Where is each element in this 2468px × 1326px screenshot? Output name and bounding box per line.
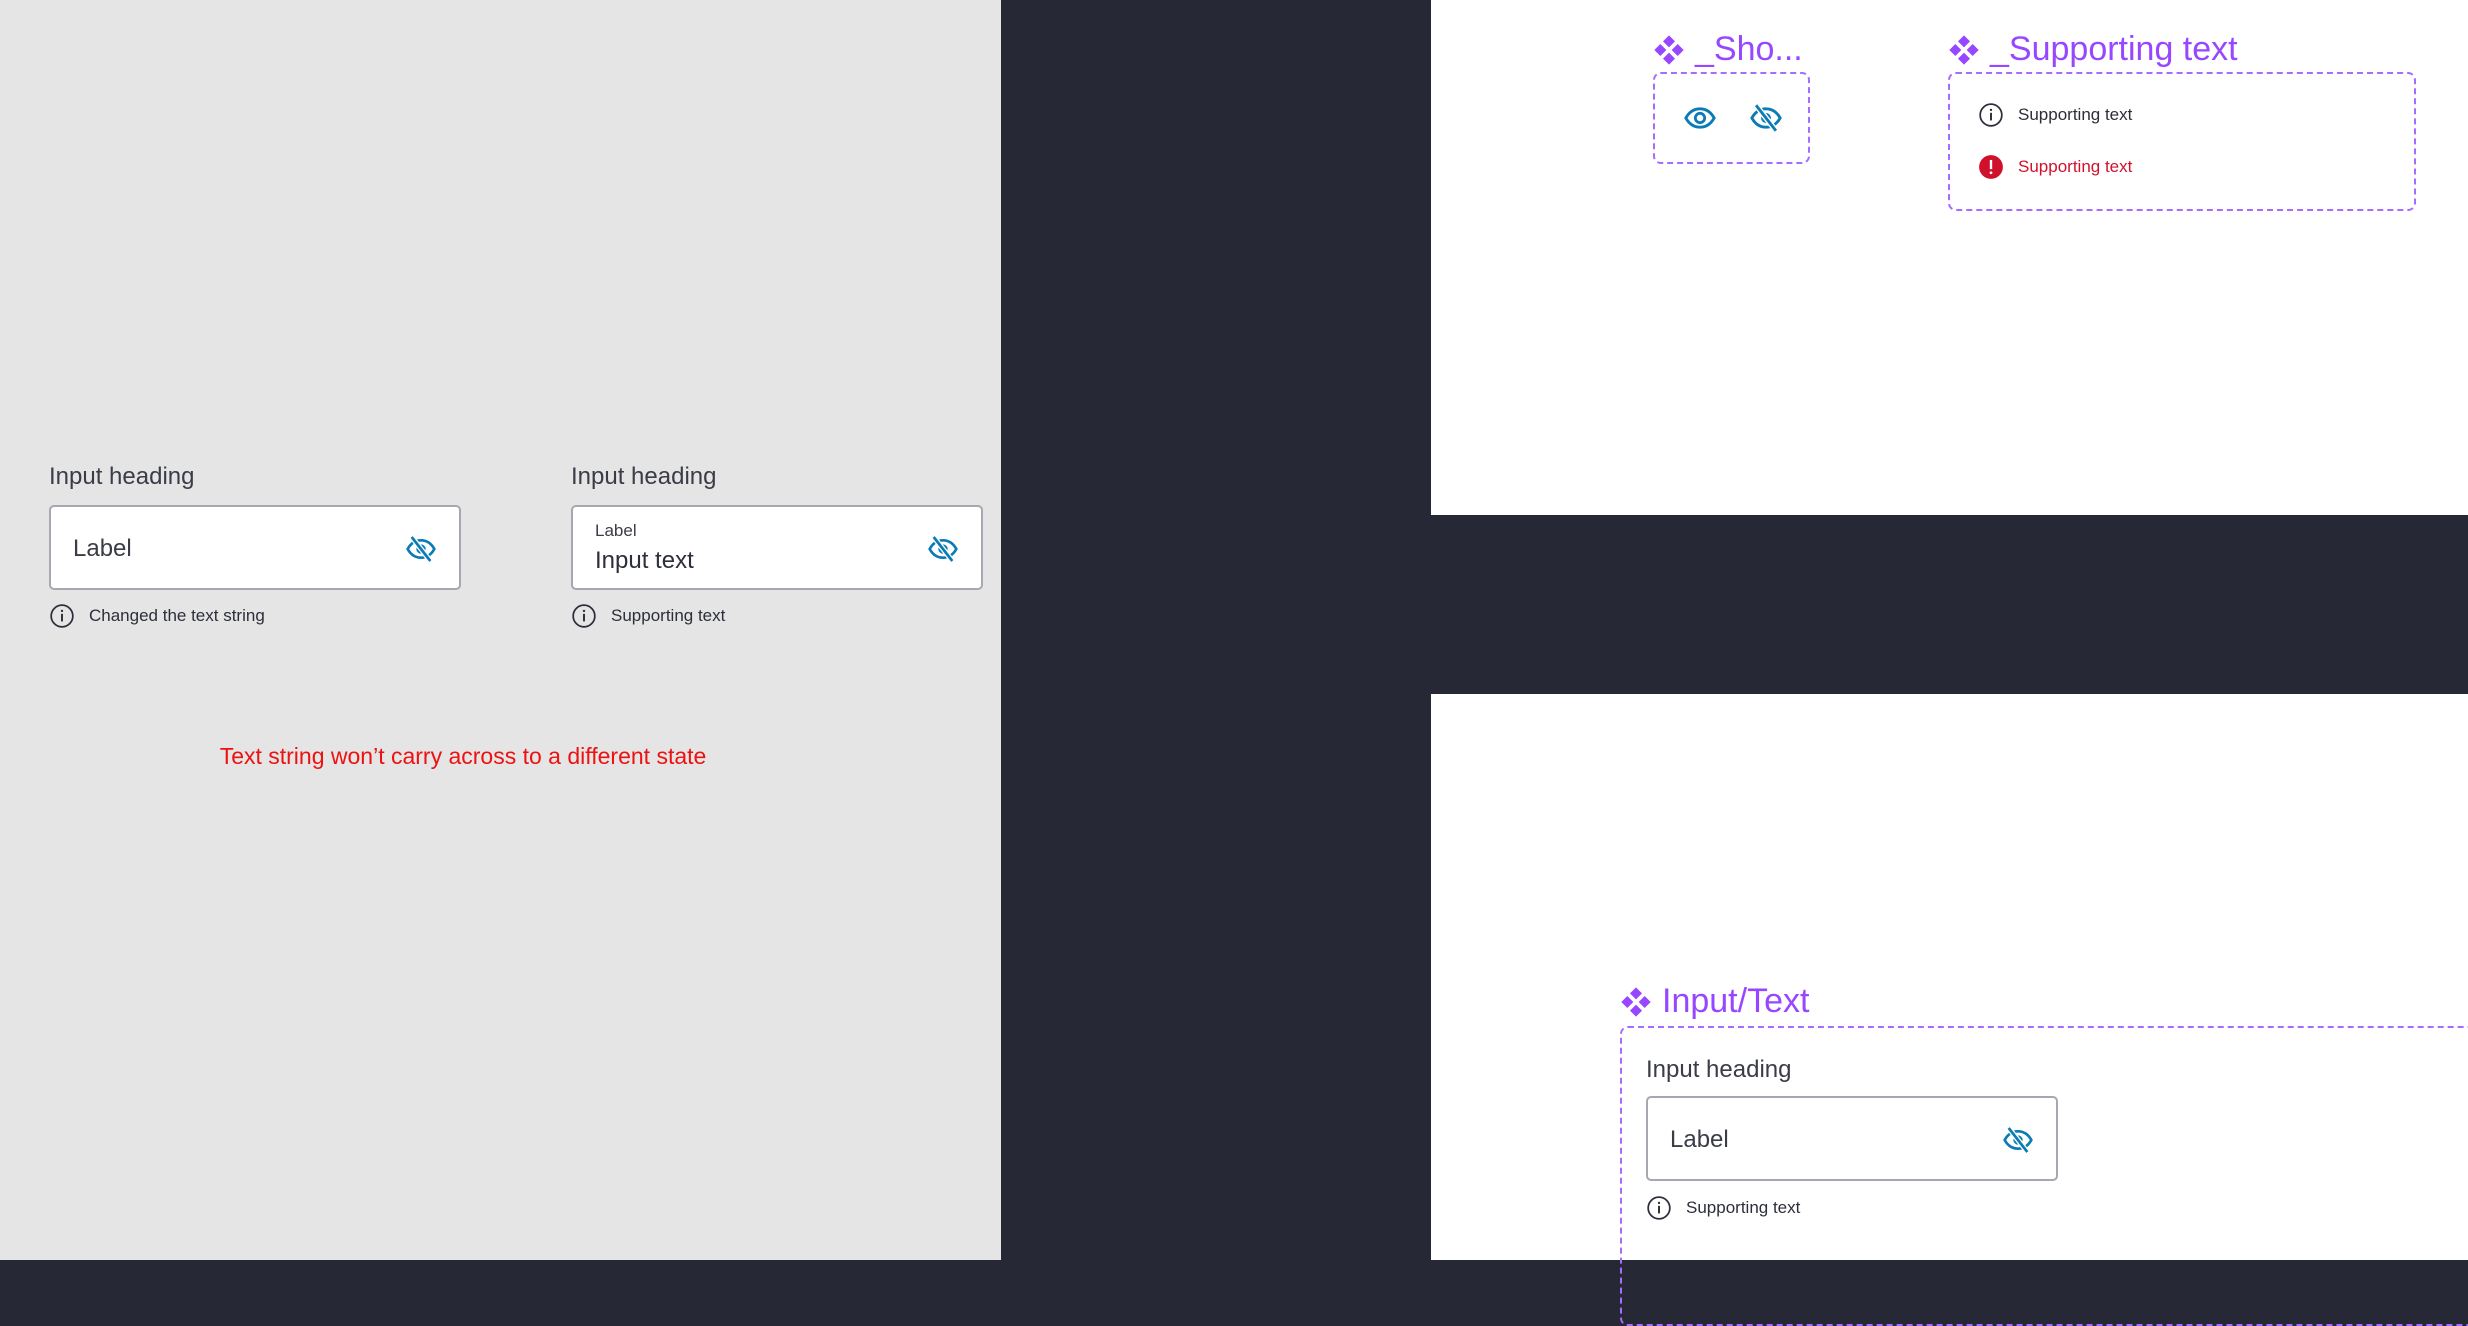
component-title-show-hide[interactable]: _Sho... — [1653, 30, 1803, 69]
eye-off-icon[interactable] — [927, 533, 959, 565]
component-icon — [1653, 34, 1685, 66]
password-input[interactable]: Label — [1646, 1096, 2058, 1181]
helper-text: Supporting text — [611, 606, 726, 625]
info-icon — [49, 603, 75, 629]
eye-off-icon[interactable] — [1749, 101, 1783, 135]
component-icon — [1948, 34, 1980, 66]
annotation-note: Text string won’t carry across to a diff… — [219, 743, 707, 769]
info-icon — [1646, 1195, 1672, 1221]
helper-text: Supporting text — [2018, 105, 2133, 124]
supporting-text-component[interactable]: Supporting text Supporting text — [1948, 72, 2416, 211]
helper-text: Supporting text — [1686, 1198, 1801, 1217]
eye-off-icon[interactable] — [2002, 1124, 2034, 1156]
password-input[interactable]: Label — [49, 505, 461, 590]
component-title-input-text[interactable]: Input/Text — [1620, 982, 1809, 1021]
input-placeholder: Label — [73, 535, 132, 562]
input-heading: Input heading — [571, 463, 717, 490]
input-text-component[interactable]: Input heading Label Supporting text — [1620, 1026, 2468, 1326]
show-hide-component[interactable] — [1653, 72, 1810, 164]
eye-icon[interactable] — [1683, 101, 1717, 135]
password-input-filled[interactable]: Label Input text — [571, 505, 983, 590]
info-icon — [571, 603, 597, 629]
input-placeholder: Label — [1670, 1126, 1729, 1153]
supporting-text-default: Supporting text — [1978, 102, 2132, 128]
info-icon — [1978, 102, 2004, 128]
helper-text: Supporting text — [2018, 157, 2133, 176]
supporting-text: Supporting text — [1646, 1195, 1800, 1221]
input-heading: Input heading — [49, 463, 195, 490]
title-text: _Supporting text — [1990, 30, 2238, 68]
left-panel: Input heading Label Changed the text str… — [0, 0, 1001, 1260]
supporting-text: Supporting text — [571, 603, 725, 629]
input-heading: Input heading — [1646, 1056, 1792, 1083]
error-icon — [1978, 154, 2004, 180]
input-value: Input text — [595, 547, 694, 574]
title-text: _Sho... — [1695, 30, 1803, 68]
helper-text: Changed the text string — [89, 606, 265, 625]
supporting-text-error: Supporting text — [1978, 154, 2132, 180]
supporting-text: Changed the text string — [49, 603, 265, 629]
component-icon — [1620, 986, 1652, 1018]
component-title-supporting-text[interactable]: _Supporting text — [1948, 30, 2238, 69]
eye-off-icon[interactable] — [405, 533, 437, 565]
input-label: Label — [595, 521, 637, 540]
title-text: Input/Text — [1662, 982, 1810, 1020]
